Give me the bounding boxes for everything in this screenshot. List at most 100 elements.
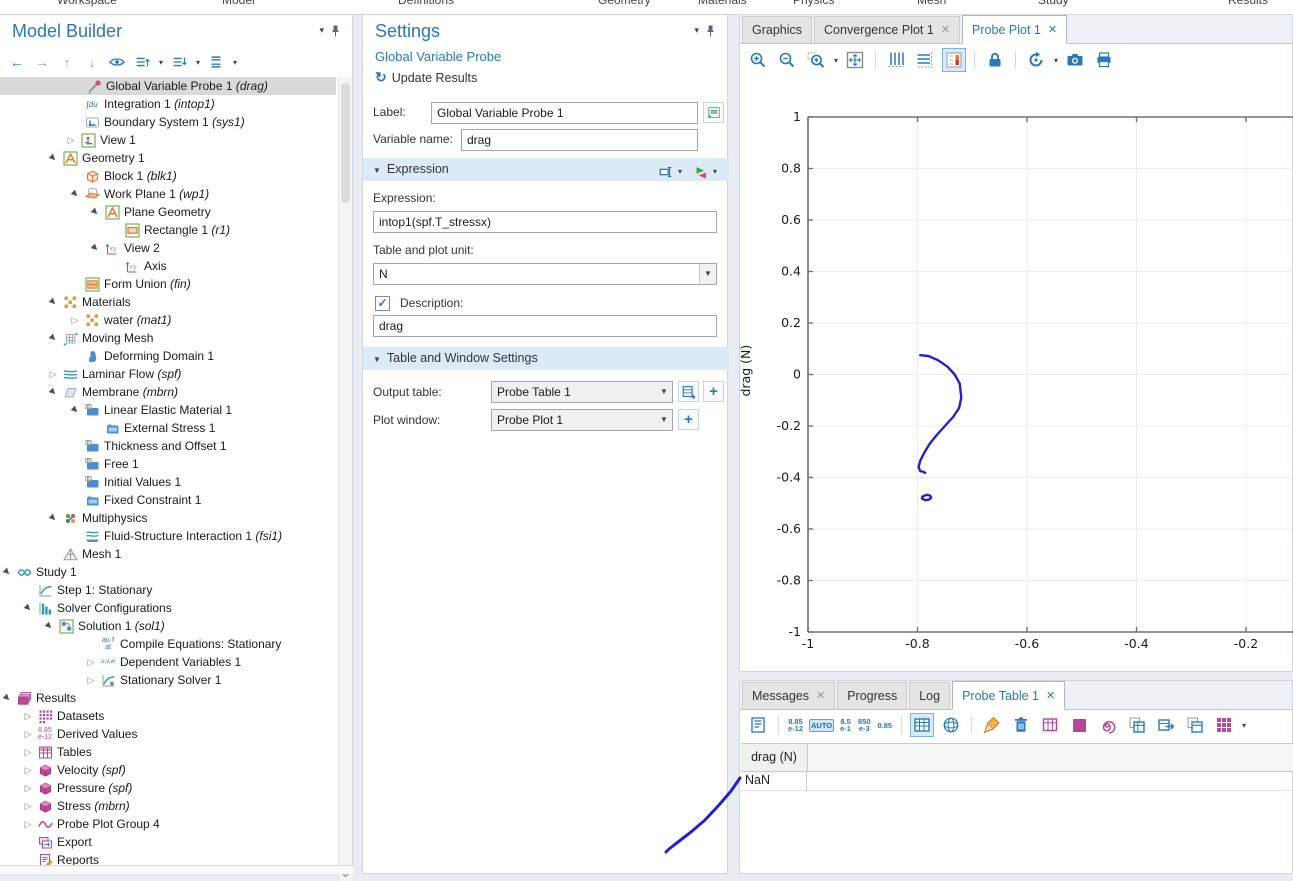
format-compact-icon[interactable]: 850e-3 <box>857 716 872 734</box>
tree-item-pressure[interactable]: ▷Pressure (spf) <box>0 779 336 797</box>
ribbon-tab-model[interactable]: Model <box>222 0 255 7</box>
tree-item-results[interactable]: ▶Results <box>0 689 336 707</box>
tree-item-fluid-structure-interaction-1[interactable]: Fluid-Structure Interaction 1 (fsi1) <box>0 527 336 545</box>
expand-arrow-icon[interactable]: ▷ <box>22 761 34 779</box>
tree-item-study-1[interactable]: ▶Study 1 <box>0 563 336 581</box>
tree-item-tables[interactable]: ▷Tables <box>0 743 336 761</box>
collapse-arrow-icon[interactable]: ▶ <box>42 381 63 402</box>
ribbon-tab-workspace[interactable]: Workspace <box>57 0 117 7</box>
lock-axes-icon[interactable] <box>983 48 1007 72</box>
tree-item-multiphysics[interactable]: ▶Multiphysics <box>0 509 336 527</box>
chevron-down-icon[interactable]: ▾ <box>1242 721 1246 730</box>
pin-icon[interactable] <box>706 25 715 39</box>
print-icon[interactable] <box>1092 48 1116 72</box>
expand-arrow-icon[interactable]: ▷ <box>47 365 59 383</box>
delete-icon[interactable] <box>1009 713 1033 737</box>
expand-arrow-icon[interactable]: ▷ <box>85 653 97 671</box>
collapse-arrow-icon[interactable]: ▶ <box>42 327 63 348</box>
tree-item-work-plane-1[interactable]: ▶Work Plane 1 (wp1) <box>0 185 336 203</box>
tree-item-velocity[interactable]: ▷Velocity (spf) <box>0 761 336 779</box>
ribbon-tab-geometry[interactable]: Geometry <box>598 0 651 7</box>
pin-icon[interactable] <box>331 25 340 39</box>
collapse-arrow-icon[interactable]: ▶ <box>64 183 85 204</box>
tree-item-dependent-variables-1[interactable]: ▷u,v,wDependent Variables 1 <box>0 653 336 671</box>
move-down-icon[interactable]: ↓ <box>83 53 101 71</box>
output-table-select[interactable]: Probe Table 1 ▼ <box>491 381 673 403</box>
ribbon-tab-results[interactable]: Results <box>1228 0 1268 7</box>
expand-arrow-icon[interactable]: ▷ <box>22 725 34 743</box>
full-precision-icon[interactable] <box>746 713 770 737</box>
collapse-arrow-icon[interactable]: ▶ <box>0 561 18 582</box>
collapse-arrow-icon[interactable]: ▶ <box>42 147 63 168</box>
graphics-tab-probe-plot-1[interactable]: Probe Plot 1✕ <box>962 15 1067 44</box>
table-grid-icon[interactable] <box>1212 713 1236 737</box>
tree-item-probe-plot-group-4[interactable]: ▷Probe Plot Group 4 <box>0 815 336 833</box>
graphics-tab-graphics[interactable]: Graphics <box>742 16 812 43</box>
graphics-tab-convergence-plot-1[interactable]: Convergence Plot 1✕ <box>814 16 960 43</box>
grid-y-icon[interactable] <box>913 48 937 72</box>
chevron-down-icon[interactable]: ▾ <box>233 58 237 67</box>
tree-item-integration-1[interactable]: ∫duIntegration 1 (intop1) <box>0 95 336 113</box>
table-tab-probe-table-1[interactable]: Probe Table 1✕ <box>952 681 1065 710</box>
tree-item-export[interactable]: Export <box>0 833 336 851</box>
update-plot-icon[interactable] <box>1024 48 1048 72</box>
tree-item-stationary-solver-1[interactable]: ▷Stationary Solver 1 <box>0 671 336 689</box>
close-icon[interactable]: ✕ <box>816 683 825 709</box>
tree-item-laminar-flow[interactable]: ▷Laminar Flow (spf) <box>0 365 336 383</box>
sphere-view-icon[interactable] <box>939 713 963 737</box>
chevron-down-icon[interactable]: ▾ <box>713 160 717 183</box>
close-icon[interactable]: ✕ <box>1046 683 1055 709</box>
tree-item-axis[interactable]: xyAxis <box>0 257 336 275</box>
tree-item-linear-elastic-material-1[interactable]: ▶DLinear Elastic Material 1 <box>0 401 336 419</box>
format-scientific-icon[interactable]: 8.85e-12 <box>787 716 804 734</box>
expand-arrow-icon[interactable]: ▷ <box>65 131 77 149</box>
collapse-arrow-icon[interactable]: ▶ <box>0 687 18 708</box>
table-view-icon[interactable] <box>910 713 934 737</box>
chevron-down-icon[interactable]: ▾ <box>678 160 682 183</box>
table-row[interactable]: NaN <box>741 771 1293 791</box>
expand-tree-icon[interactable] <box>133 53 151 71</box>
chevron-down-icon[interactable]: ▾ <box>196 58 200 67</box>
ribbon-tab-definitions[interactable]: Definitions <box>398 0 454 7</box>
expand-arrow-icon[interactable]: ▷ <box>85 671 97 689</box>
forward-icon[interactable]: → <box>33 53 51 71</box>
ribbon-tab-study[interactable]: Study <box>1038 0 1069 7</box>
ribbon-tab-materials[interactable]: Materials <box>698 0 747 7</box>
collapse-arrow-icon[interactable]: ▶ <box>64 399 85 420</box>
expand-arrow-icon[interactable]: ▷ <box>22 815 34 833</box>
tree-item-rectangle-1[interactable]: Rectangle 1 (r1) <box>0 221 336 239</box>
unit-select[interactable]: N ▼ <box>373 263 717 285</box>
back-icon[interactable]: ← <box>8 53 26 71</box>
table-settings-icon[interactable] <box>1038 713 1062 737</box>
grid-x-icon[interactable] <box>884 48 908 72</box>
chevron-down-icon[interactable]: ▾ <box>319 25 324 36</box>
format-auto-icon[interactable]: AUTO <box>809 719 834 732</box>
rename-form-icon[interactable] <box>703 102 724 123</box>
tree-item-stress[interactable]: ▷Stress (mbrn) <box>0 797 336 815</box>
zoom-in-icon[interactable] <box>746 48 770 72</box>
tree-item-fixed-constraint-1[interactable]: Fixed Constraint 1 <box>0 491 336 509</box>
tree-item-mesh-1[interactable]: Mesh 1 <box>0 545 336 563</box>
chevron-down-icon[interactable]: ▾ <box>834 56 838 65</box>
format-engineering-icon[interactable]: 8.5e-1 <box>839 716 852 734</box>
collapse-arrow-icon[interactable]: ▶ <box>38 615 59 636</box>
tree-item-view-1[interactable]: ▷View 1 <box>0 131 336 149</box>
chevron-down-icon[interactable]: ▾ <box>694 25 699 36</box>
chevron-down-icon[interactable]: ▾ <box>159 58 163 67</box>
expand-arrow-icon[interactable]: ▷ <box>69 311 81 329</box>
ribbon-tab-physics[interactable]: Physics <box>793 0 834 7</box>
collapse-arrow-icon[interactable]: ▶ <box>42 291 63 312</box>
tree-item-view-2[interactable]: ▶xyView 2 <box>0 239 336 257</box>
tree-item-moving-mesh[interactable]: ▶Moving Mesh <box>0 329 336 347</box>
go-to-table-icon[interactable] <box>678 381 699 402</box>
zoom-extents-icon[interactable] <box>843 48 867 72</box>
tree-item-solution-1[interactable]: ▶Solution 1 (sol1) <box>0 617 336 635</box>
chevron-down-icon[interactable]: ▾ <box>1054 56 1058 65</box>
close-icon[interactable]: ✕ <box>1048 17 1057 43</box>
tree-item-boundary-system-1[interactable]: Boundary System 1 (sys1) <box>0 113 336 131</box>
tree-item-initial-values-1[interactable]: DInitial Values 1 <box>0 473 336 491</box>
export-table-icon[interactable] <box>1154 713 1178 737</box>
tree-item-plane-geometry[interactable]: ▶Plane Geometry <box>0 203 336 221</box>
table-window-section-header[interactable]: ▼Table and Window Settings <box>363 347 729 370</box>
show-icon[interactable] <box>108 53 126 71</box>
